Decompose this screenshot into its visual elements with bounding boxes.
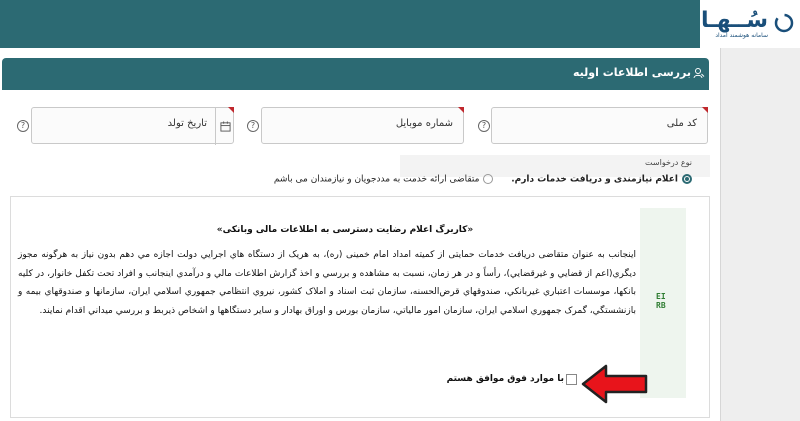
- consent-body: اینجانب به عنوان متقاضی دریافت خدمات حما…: [18, 250, 636, 316]
- required-marker: [458, 107, 464, 113]
- radio-provider[interactable]: [483, 174, 494, 184]
- request-type-label: نوع درخواست: [645, 158, 692, 167]
- radio-option-needy[interactable]: اعلام نیازمندی و دریافت خدمات دارم.: [508, 174, 692, 185]
- radio-needy-label: اعلام نیازمندی و دریافت خدمات دارم.: [511, 174, 678, 184]
- brand-subtitle: سامانه هوشمند امداد: [715, 32, 768, 39]
- top-bar: [0, 0, 800, 48]
- national-code-field[interactable]: کد ملی: [491, 107, 708, 144]
- user-search-icon: [693, 68, 705, 79]
- mobile-label: شماره موبایل: [395, 118, 453, 129]
- logo-mark-icon: [774, 13, 794, 33]
- help-icon[interactable]: ?: [247, 120, 259, 132]
- right-sidebar: [720, 48, 800, 421]
- radio-option-provider[interactable]: متقاضی ارائه خدمت به مددجویان و نیازمندا…: [273, 174, 494, 185]
- required-marker: [702, 107, 708, 113]
- left-edge: [0, 48, 2, 421]
- birth-date-label: تاریخ تولد: [167, 118, 207, 129]
- calendar-icon-wrap[interactable]: [215, 108, 233, 145]
- national-code-label: کد ملی: [666, 118, 697, 129]
- panel-title: بررسی اطلاعات اولیه: [573, 66, 691, 79]
- panel-header: بررسی اطلاعات اولیه: [2, 58, 709, 90]
- help-icon[interactable]: ?: [17, 120, 29, 132]
- consent-title: «کاربرگ اعلام رضایت دسترسی به اطلاعات ما…: [216, 225, 474, 235]
- radio-provider-label: متقاضی ارائه خدمت به مددجویان و نیازمندا…: [273, 174, 480, 184]
- agree-label: با موارد فوق موافق هستم: [446, 374, 564, 384]
- calendar-icon: [220, 121, 231, 132]
- mobile-field[interactable]: شماره موبایل: [261, 107, 464, 144]
- brand-name: سُــهـا: [701, 8, 768, 33]
- birth-date-field[interactable]: تاریخ تولد: [31, 107, 234, 145]
- brand-logo[interactable]: سُــهـا سامانه هوشمند امداد: [700, 0, 800, 48]
- annotation-arrow-icon: [581, 364, 648, 404]
- side-glyph-top: EI: [656, 292, 666, 301]
- side-glyph: EI RB: [656, 292, 666, 310]
- request-type-options: اعلام نیازمندی و دریافت خدمات دارم. متقا…: [274, 174, 692, 188]
- help-icon[interactable]: ?: [478, 120, 490, 132]
- side-glyph-bottom: RB: [656, 301, 666, 310]
- agree-checkbox[interactable]: [566, 374, 577, 385]
- radio-needy[interactable]: [682, 174, 692, 184]
